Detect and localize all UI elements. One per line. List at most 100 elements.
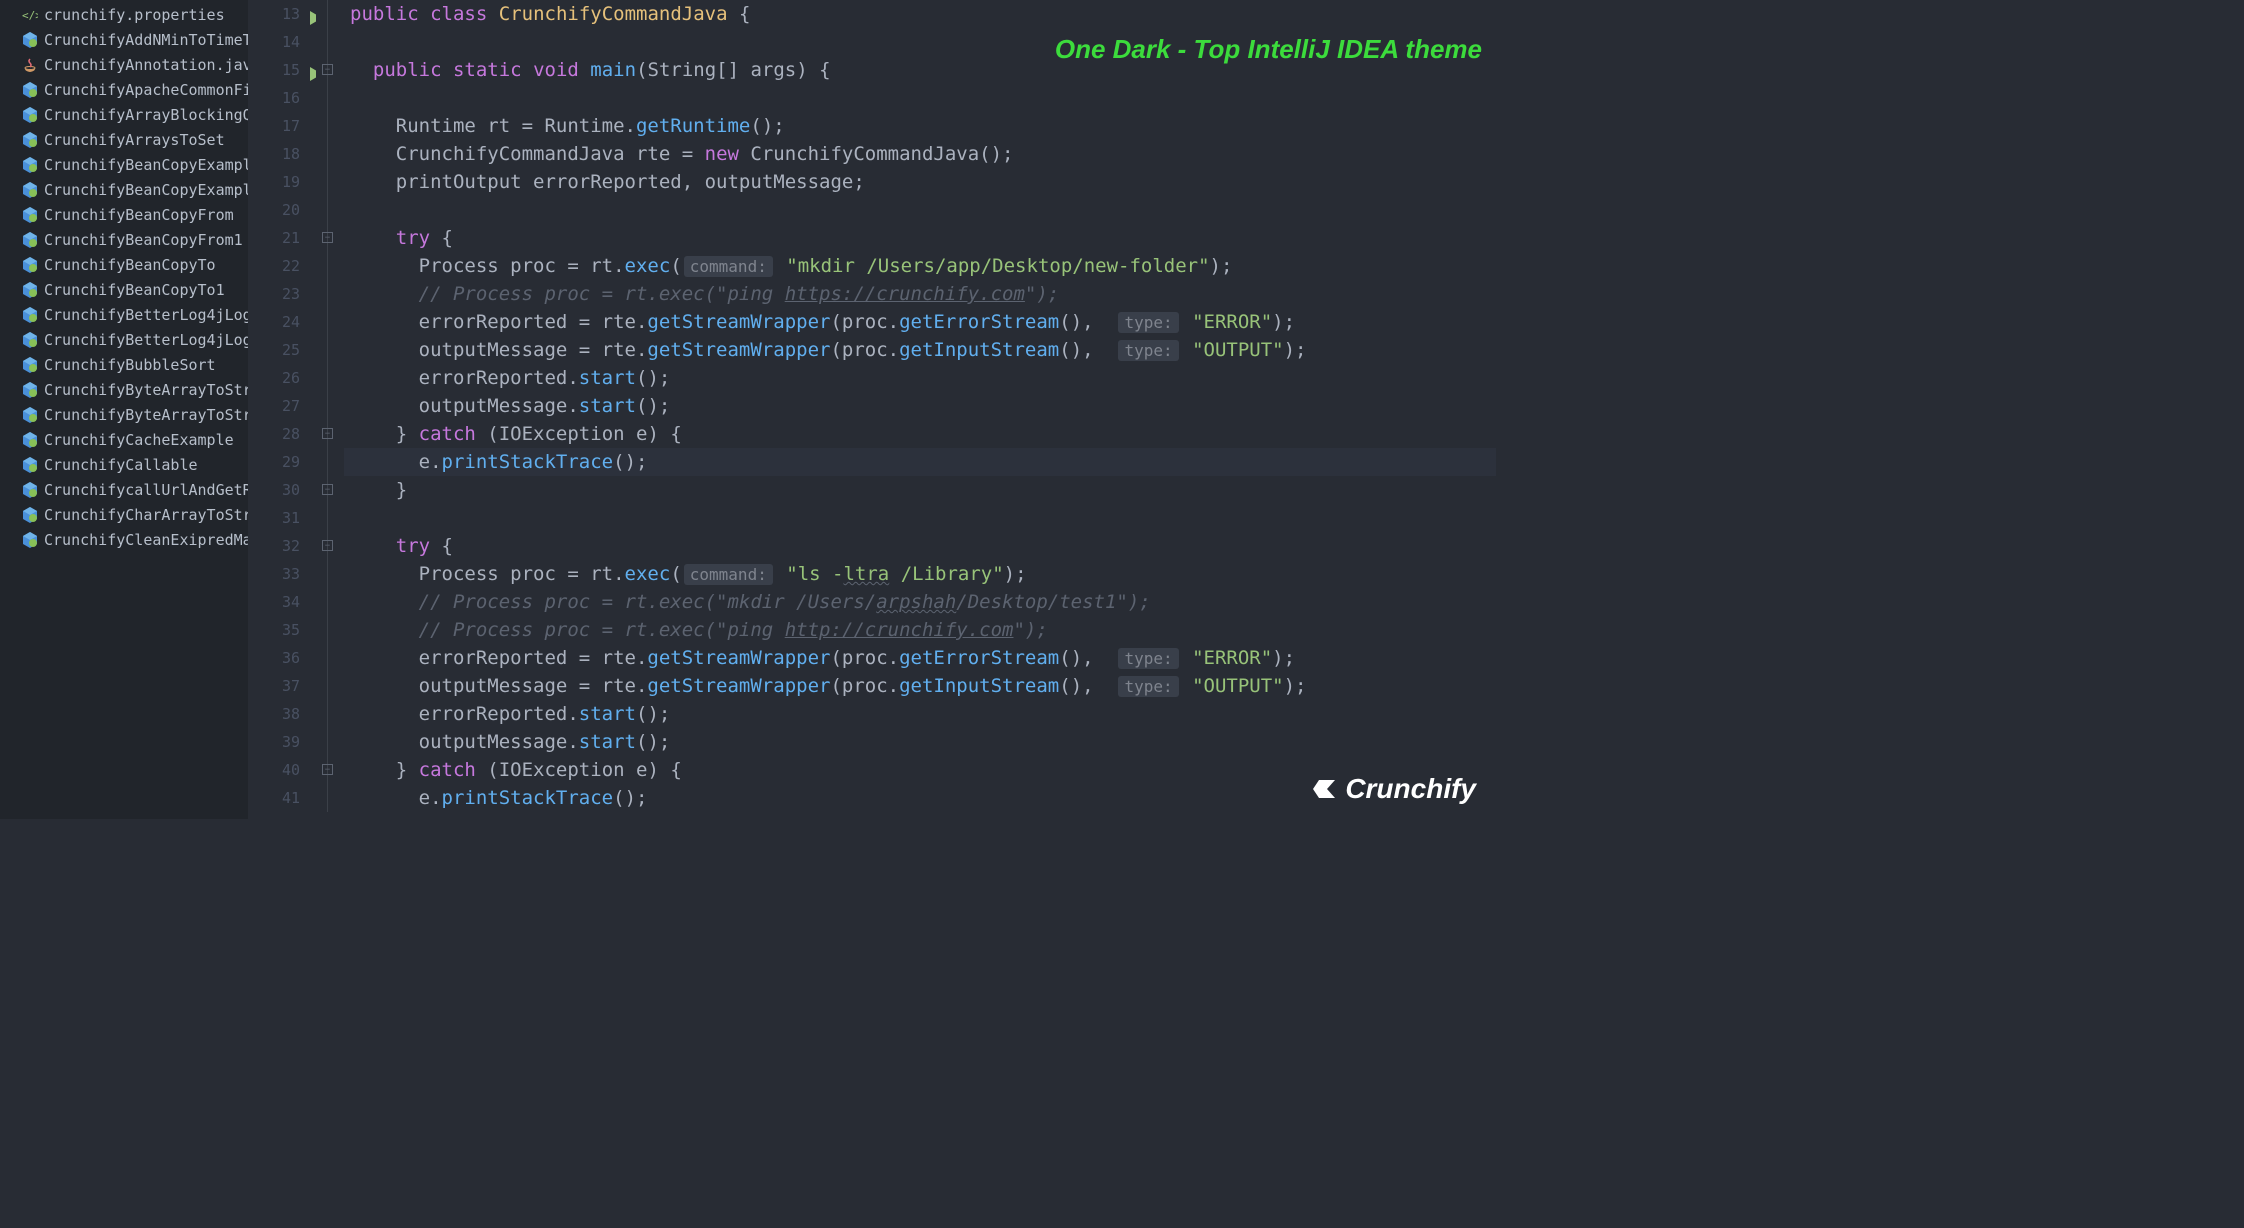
code-line[interactable]: outputMessage.start(); xyxy=(344,728,1496,756)
file-item[interactable]: CrunchifyBetterLog4jLoggingTest xyxy=(0,327,248,352)
line-number[interactable]: 33 xyxy=(248,560,300,588)
line-number[interactable]: 32 xyxy=(248,532,300,560)
file-item[interactable]: CrunchifyCallable xyxy=(0,452,248,477)
line-number[interactable]: 16 xyxy=(248,84,300,112)
file-item[interactable]: CrunchifyApacheCommonFileAppend xyxy=(0,77,248,102)
file-name: CrunchifyAnnotation.java xyxy=(44,56,248,74)
code-line[interactable]: outputMessage.start(); xyxy=(344,392,1496,420)
file-item[interactable]: CrunchifyByteArrayToString1 xyxy=(0,402,248,427)
code-line[interactable]: // Process proc = rt.exec("ping https://… xyxy=(344,280,1496,308)
line-number[interactable]: 13 xyxy=(248,0,300,28)
code-line[interactable]: // Process proc = rt.exec("mkdir /Users/… xyxy=(344,588,1496,616)
code-line[interactable]: try { xyxy=(344,224,1496,252)
code-line[interactable]: public class CrunchifyCommandJava { xyxy=(344,0,1496,28)
fold-column[interactable]: − − − − − − xyxy=(316,0,344,819)
file-item[interactable]: CrunchifyAnnotation.java xyxy=(0,52,248,77)
line-number[interactable]: 20 xyxy=(248,196,300,224)
project-tree[interactable]: </>crunchify.properties CrunchifyAddNMinT… xyxy=(0,0,248,819)
fold-toggle-icon[interactable]: − xyxy=(322,764,333,775)
code-line[interactable] xyxy=(344,196,1496,224)
file-name: CrunchifyArraysToSet xyxy=(44,131,225,149)
class-icon xyxy=(22,232,38,248)
file-name: crunchify.properties xyxy=(44,6,225,24)
editor[interactable]: 1314151617181920212223242526272829303132… xyxy=(248,0,1496,819)
code-line[interactable]: errorReported = rte.getStreamWrapper(pro… xyxy=(344,308,1496,336)
code-line[interactable]: CrunchifyCommandJava rte = new Crunchify… xyxy=(344,140,1496,168)
file-name: CrunchifyBeanCopyTo xyxy=(44,256,216,274)
line-number[interactable]: 17 xyxy=(248,112,300,140)
file-item[interactable]: </>crunchify.properties xyxy=(0,2,248,27)
file-item[interactable]: CrunchifyArraysToSet xyxy=(0,127,248,152)
code-line[interactable] xyxy=(344,84,1496,112)
line-number[interactable]: 31 xyxy=(248,504,300,532)
file-item[interactable]: CrunchifyBeanCopyFrom1 xyxy=(0,227,248,252)
class-icon xyxy=(22,32,38,48)
code-line[interactable]: errorReported.start(); xyxy=(344,364,1496,392)
file-item[interactable]: CrunchifyBeanCopyExample xyxy=(0,152,248,177)
file-item[interactable]: CrunchifyBeanCopyTo xyxy=(0,252,248,277)
line-gutter: 1314151617181920212223242526272829303132… xyxy=(248,0,316,819)
line-number[interactable]: 39 xyxy=(248,728,300,756)
file-item[interactable]: CrunchifyCleanExipredMapElements xyxy=(0,527,248,552)
line-number[interactable]: 38 xyxy=(248,700,300,728)
code-line[interactable]: printOutput errorReported, outputMessage… xyxy=(344,168,1496,196)
code-line[interactable]: } xyxy=(344,476,1496,504)
line-number[interactable]: 35 xyxy=(248,616,300,644)
code-line[interactable]: // Process proc = rt.exec("ping http://c… xyxy=(344,616,1496,644)
code-line[interactable]: Process proc = rt.exec(command: "ls -ltr… xyxy=(344,560,1496,588)
line-number[interactable]: 36 xyxy=(248,644,300,672)
line-number[interactable]: 19 xyxy=(248,168,300,196)
code-line[interactable] xyxy=(344,504,1496,532)
code-line[interactable]: try { xyxy=(344,532,1496,560)
line-number[interactable]: 21 xyxy=(248,224,300,252)
line-number[interactable]: 40 xyxy=(248,756,300,784)
code-line[interactable]: outputMessage = rte.getStreamWrapper(pro… xyxy=(344,336,1496,364)
file-item[interactable]: CrunchifyBubbleSort xyxy=(0,352,248,377)
file-name: CrunchifyBubbleSort xyxy=(44,356,216,374)
fold-toggle-icon[interactable]: − xyxy=(322,64,333,75)
file-item[interactable]: CrunchifyArrayBlockingQueueVsEvict xyxy=(0,102,248,127)
line-number[interactable]: 15 xyxy=(248,56,300,84)
file-item[interactable]: CrunchifyBeanCopyFrom xyxy=(0,202,248,227)
line-number[interactable]: 41 xyxy=(248,784,300,812)
code-line[interactable]: } catch (IOException e) { xyxy=(344,420,1496,448)
line-number[interactable]: 26 xyxy=(248,364,300,392)
file-item[interactable]: CrunchifyByteArrayToString xyxy=(0,377,248,402)
code-line[interactable]: errorReported.start(); xyxy=(344,700,1496,728)
code-line[interactable]: Process proc = rt.exec(command: "mkdir /… xyxy=(344,252,1496,280)
line-number[interactable]: 29 xyxy=(248,448,300,476)
file-item[interactable]: CrunchifyCacheExample xyxy=(0,427,248,452)
line-number[interactable]: 18 xyxy=(248,140,300,168)
code-area[interactable]: public class CrunchifyCommandJava { publ… xyxy=(344,0,1496,819)
line-number[interactable]: 23 xyxy=(248,280,300,308)
file-name: CrunchifyAddNMinToTimeTest xyxy=(44,31,248,49)
fold-toggle-icon[interactable]: − xyxy=(322,232,333,243)
fold-toggle-icon[interactable]: − xyxy=(322,540,333,551)
file-item[interactable]: CrunchifyBeanCopyExample1 xyxy=(0,177,248,202)
code-line[interactable]: errorReported = rte.getStreamWrapper(pro… xyxy=(344,644,1496,672)
line-number[interactable]: 37 xyxy=(248,672,300,700)
inlay-hint: type: xyxy=(1118,340,1178,361)
line-number[interactable]: 28 xyxy=(248,420,300,448)
file-item[interactable]: CrunchifycallUrlAndGetResponse xyxy=(0,477,248,502)
file-item[interactable]: CrunchifyBetterLog4jLogging xyxy=(0,302,248,327)
file-item[interactable]: CrunchifyCharArrayToString xyxy=(0,502,248,527)
fold-toggle-icon[interactable]: − xyxy=(322,484,333,495)
line-number[interactable]: 14 xyxy=(248,28,300,56)
file-name: CrunchifyBeanCopyTo1 xyxy=(44,281,225,299)
line-number[interactable]: 27 xyxy=(248,392,300,420)
line-number[interactable]: 30 xyxy=(248,476,300,504)
file-name: CrunchifyCharArrayToString xyxy=(44,506,248,524)
file-item[interactable]: CrunchifyAddNMinToTimeTest xyxy=(0,27,248,52)
code-line[interactable]: e.printStackTrace(); xyxy=(344,448,1496,476)
line-number[interactable]: 34 xyxy=(248,588,300,616)
file-name: CrunchifyBetterLog4jLogging xyxy=(44,306,248,324)
code-line[interactable]: outputMessage = rte.getStreamWrapper(pro… xyxy=(344,672,1496,700)
line-number[interactable]: 22 xyxy=(248,252,300,280)
class-icon xyxy=(22,157,38,173)
line-number[interactable]: 25 xyxy=(248,336,300,364)
fold-toggle-icon[interactable]: − xyxy=(322,428,333,439)
file-item[interactable]: CrunchifyBeanCopyTo1 xyxy=(0,277,248,302)
code-line[interactable]: Runtime rt = Runtime.getRuntime(); xyxy=(344,112,1496,140)
line-number[interactable]: 24 xyxy=(248,308,300,336)
